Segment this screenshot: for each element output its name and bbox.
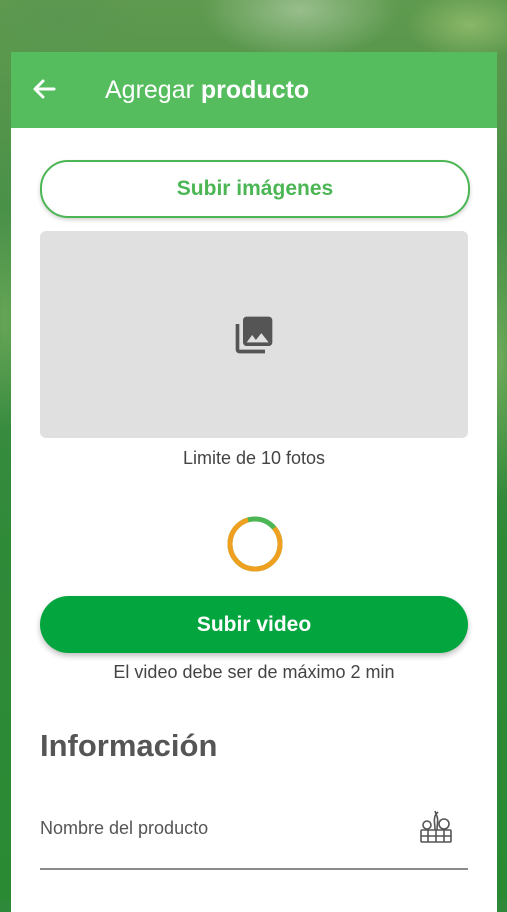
upload-images-button[interactable]: Subir imágenes [40, 160, 470, 218]
product-name-label: Nombre del producto [40, 818, 209, 838]
produce-basket-icon [420, 810, 452, 843]
video-duration-hint: El video debe ser de máximo 2 min [113, 662, 395, 682]
back-button[interactable] [29, 74, 59, 104]
arrow-left-icon [33, 79, 56, 99]
image-preview-area[interactable] [40, 231, 468, 438]
loading-spinner [227, 516, 283, 572]
page-title-regular: Agregar [105, 76, 201, 104]
photo-limit-text: Limite de 10 fotos [182, 448, 326, 468]
product-name-field[interactable]: Nombre del producto [40, 800, 468, 870]
app-bar: Agregar producto [11, 52, 497, 128]
page-title-bold: producto [200, 76, 310, 104]
photo-library-icon [235, 316, 273, 353]
upload-video-button[interactable]: Subir video [40, 596, 468, 653]
add-product-card: Agregar producto Subir imágenes Limite d… [11, 52, 497, 912]
page-title: Agregar producto [105, 76, 309, 105]
section-title-information: Información [40, 728, 218, 763]
